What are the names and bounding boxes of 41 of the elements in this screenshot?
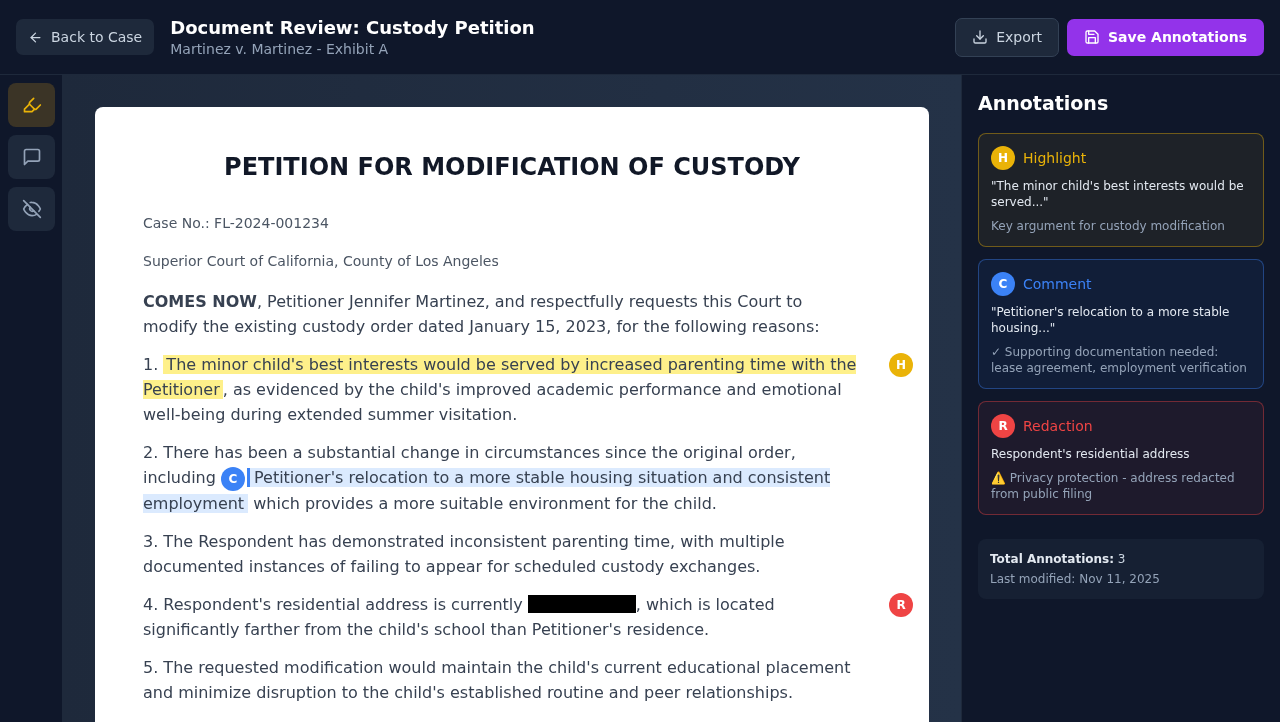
document-paragraph: 4. Respondent's residential address is currently , which is located significantly farther from the child's school than Petitioner's residence. [143,593,776,641]
eye-off-tool-button[interactable] [8,187,55,231]
annotation-quote: "The minor child's best interests would be served..." [991,178,1245,210]
document-paragraph: 5. The requested modification would maintain the child's current educational placement and minimize disruption to the child's established routine and peer relationships. [143,656,852,704]
document-title: PETITION FOR MODIFICATION OF CUSTODY [223,152,801,183]
annotation-quote: "Petitioner's relocation to a more stable housing..." [991,304,1231,336]
annotation-card[interactable]: C Comment "Petitioner's relocation to a more stable housing..." ✓ Supporting documentation needed: lease agreement, employment verification [978,259,1264,389]
arrow-left-icon [28,29,43,45]
annotation-card[interactable]: H Highlight "The minor child's best interests would be served..." Key argument for custody modification [978,133,1264,247]
annotation-marker[interactable]: R [889,592,913,617]
annotation-type: Highlight [1023,150,1087,166]
pencil-icon [21,95,42,115]
document-meta-line: Superior Court of California, County of Los Angeles [143,252,500,271]
document-paragraph: 1. The minor child's best interests would be served by increased parenting time with the Petitioner , as evidenced by the child's improved academic performance and emotional well-being during extended summer visitation. [143,354,858,426]
annotation-marker[interactable]: C [220,466,245,491]
annotation-type: Comment [1023,276,1092,292]
annotation-badge: C [991,272,1015,296]
export-button[interactable]: Export [955,17,1060,57]
download-icon [972,29,989,45]
speech-bubble-tool-button[interactable] [8,135,55,179]
panel-title: Annotations [978,91,1110,115]
page-subtitle: Martinez v. Martinez - Exhibit A [170,40,390,58]
back-button[interactable]: Back to Case [16,19,155,55]
annotation-badge: H [991,146,1015,170]
annotation-quote: Respondent's residential address [991,446,1191,462]
annotation-note: Key argument for custody modification [991,218,1226,234]
speech-bubble-icon [21,147,42,167]
page-title: Document Review: Custody Petition [170,16,535,40]
save-button[interactable]: Save Annotations [1067,18,1264,56]
total-annotations-text: Total Annotations: 3 [990,551,1127,567]
annotation-type: Redaction [1023,418,1093,434]
document-meta-line: Case No.: FL-2024-001234 [143,214,330,233]
document-paragraph: 3. The Respondent has demonstrated inconsistent parenting time, with multiple documented instances of failing to appear for scheduled custody exchanges. [143,530,786,578]
annotation-note: ⚠ Privacy protection - address redacted from public filing [991,470,1236,502]
annotation-card[interactable]: R Redaction Respondent's residential address ⚠ Privacy protection - address redacted from public filing [978,401,1264,515]
last-modified-text: Last modified: Nov 11, 2025 [990,571,1161,587]
annotation-note: ✓ Supporting documentation needed: lease agreement, employment verification [991,344,1248,376]
annotation-badge: R [991,414,1015,438]
eye-off-icon [21,199,42,219]
pencil-tool-button[interactable] [8,83,55,127]
document-paragraph: COMES NOW, Petitioner Jennifer Martinez, and respectfully requests this Court to modify the existing custody order dated January 15, 2023, for the following reasons: [143,291,821,338]
